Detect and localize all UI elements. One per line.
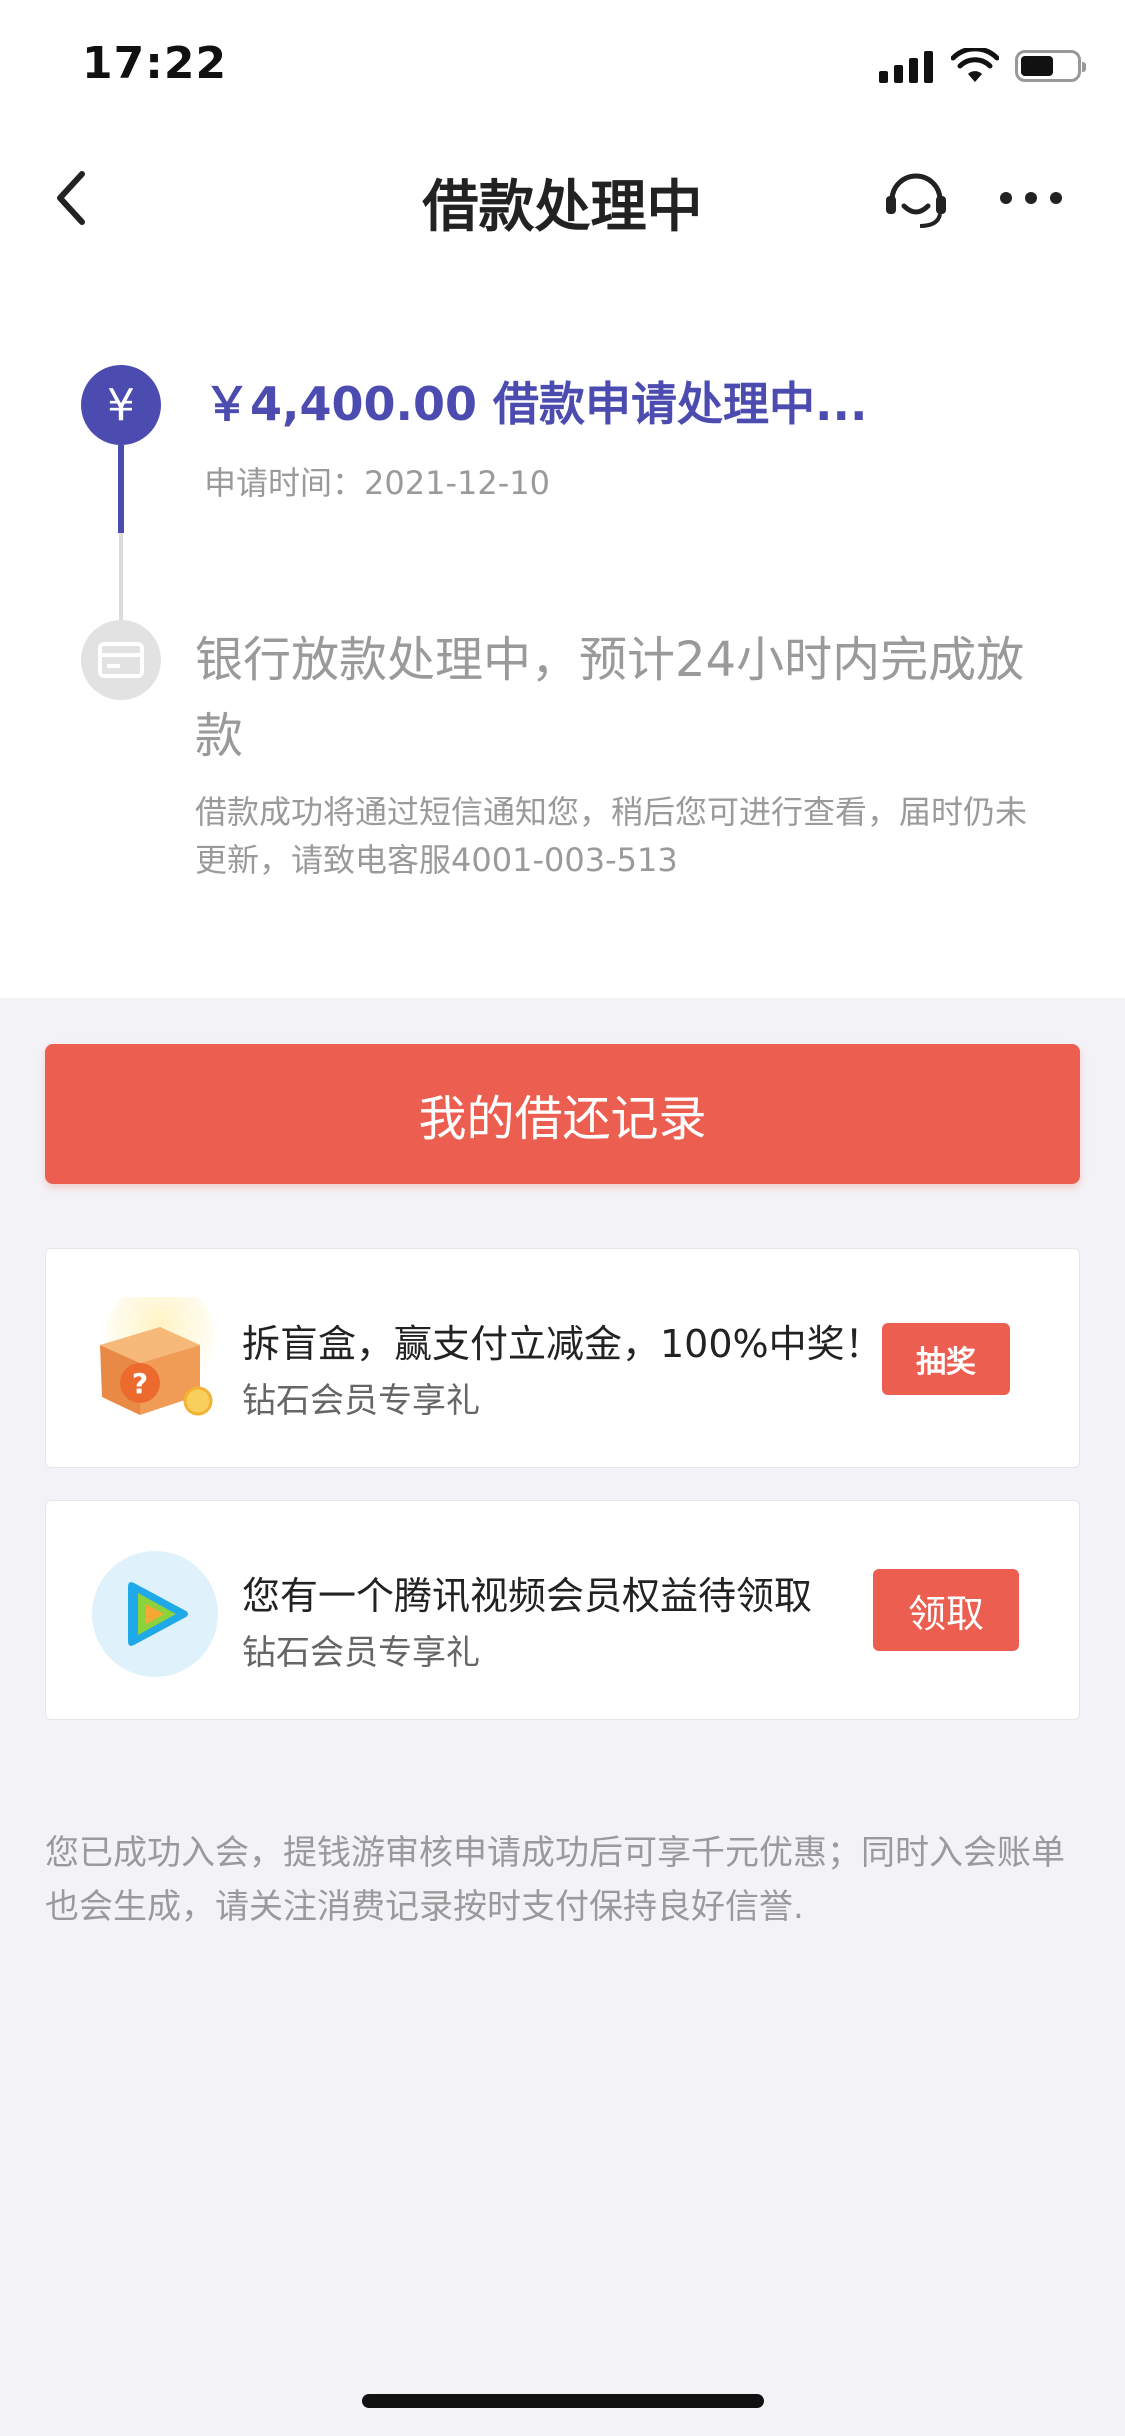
signal-icon <box>879 49 933 83</box>
svg-text:?: ? <box>132 1367 148 1400</box>
customer-service-icon[interactable] <box>880 162 952 234</box>
status-time: 17:22 <box>82 38 228 89</box>
promo-card-blind-box[interactable]: ? 拆盲盒，赢支付立减金，100%中奖！ 钻石会员专享礼 抽奖 <box>45 1248 1080 1468</box>
claim-button[interactable]: 领取 <box>873 1569 1019 1651</box>
card-subtitle: 钻石会员专享礼 <box>242 1381 480 1421</box>
loan-records-button[interactable]: 我的借还记录 <box>45 1044 1080 1184</box>
page-title: 借款处理中 <box>422 175 703 240</box>
card-subtitle: 钻石会员专享礼 <box>242 1633 480 1673</box>
timeline-line-inactive <box>119 533 123 626</box>
more-icon[interactable] <box>996 180 1066 216</box>
card-title: 您有一个腾讯视频会员权益待领取 <box>242 1574 813 1618</box>
yuan-icon: ¥ <box>81 365 161 445</box>
bank-processing-desc: 借款成功将通过短信通知您，稍后您可进行查看，届时仍未更新，请致电客服4001-0… <box>195 793 1028 879</box>
bank-card-icon <box>81 620 161 700</box>
battery-icon <box>1015 50 1086 82</box>
tencent-video-icon <box>92 1551 218 1677</box>
home-indicator[interactable] <box>362 2394 764 2408</box>
wifi-icon <box>951 48 999 82</box>
timeline-line-active <box>118 445 124 533</box>
blind-box-icon: ? <box>100 1297 215 1416</box>
loan-status-title: ￥4,400.00 借款申请处理中... <box>204 377 868 431</box>
card-title: 拆盲盒，赢支付立减金，100%中奖！ <box>242 1322 883 1366</box>
status-icons <box>879 48 1086 84</box>
bank-processing-title: 银行放款处理中，预计24小时内完成放款 <box>195 632 1025 764</box>
apply-time: 申请时间：2021-12-10 <box>204 464 550 502</box>
promo-card-tencent-video[interactable]: 您有一个腾讯视频会员权益待领取 钻石会员专享礼 领取 <box>45 1500 1080 1720</box>
lottery-button[interactable]: 抽奖 <box>882 1323 1010 1395</box>
footer-note: 您已成功入会，提钱游审核申请成功后可享千元优惠；同时入会账单也会生成，请关注消费… <box>45 1833 1065 1927</box>
